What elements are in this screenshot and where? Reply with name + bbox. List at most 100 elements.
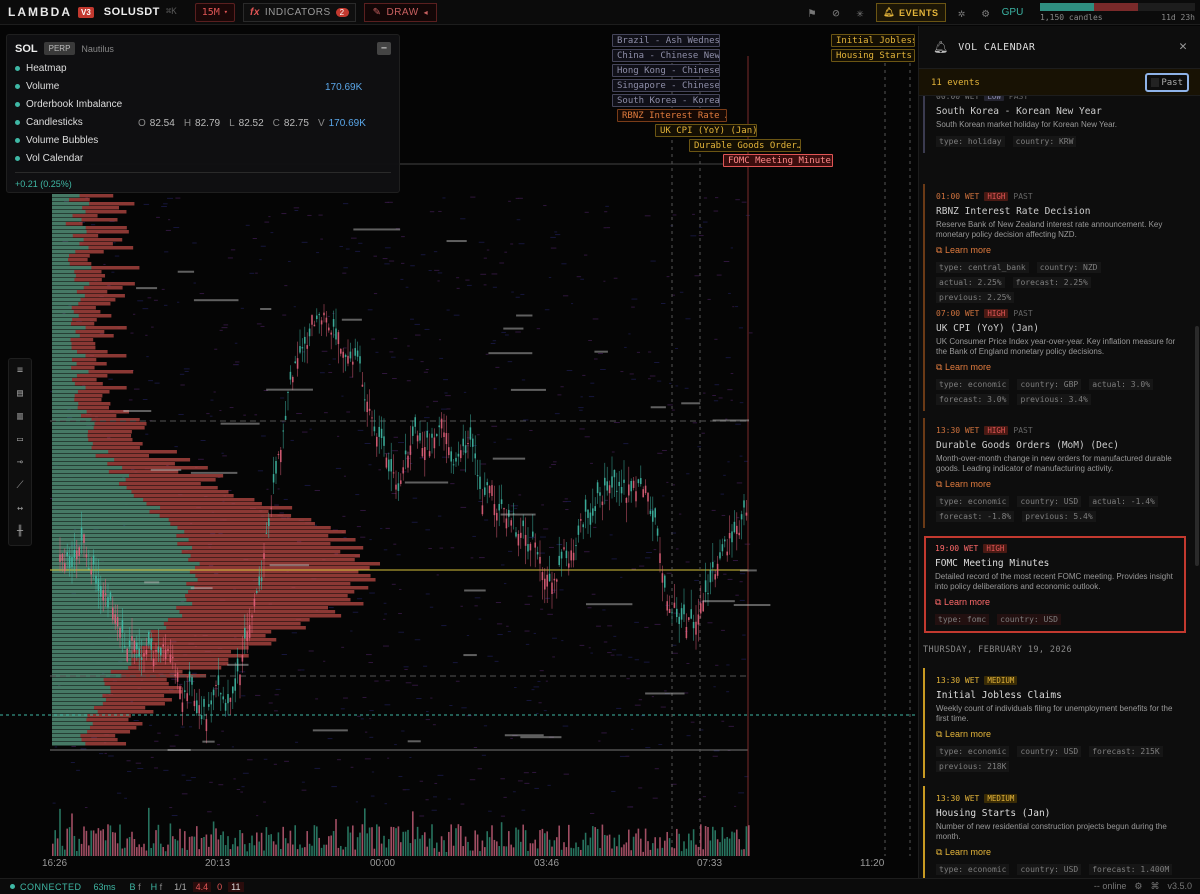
heatmap-cell xyxy=(396,554,401,556)
time-axis-label: 00:00 xyxy=(370,858,396,869)
vline-tool-icon[interactable]: ╫ xyxy=(9,520,31,543)
legend-item-heatmap[interactable]: Heatmap xyxy=(15,63,67,74)
volume-profile-bar xyxy=(52,426,94,430)
event-tag[interactable]: South Korea - Korea… xyxy=(612,94,720,107)
trendline-tool-icon[interactable]: ⟋ xyxy=(9,474,31,497)
candle-body xyxy=(688,617,690,620)
event-tag[interactable]: FOMC Meeting Minutes xyxy=(723,154,833,167)
heatmap-cell xyxy=(401,730,405,732)
event-card[interactable]: 07:00 WET HIGH PAST UK CPI (YoY) (Jan) UK Co… xyxy=(923,301,1185,411)
heatmap-cell xyxy=(98,753,104,755)
event-tag[interactable]: Initial Jobless xyxy=(831,34,915,47)
app-root: LAMBDA V3 SOLUSDT ⌘K 15M ▾ fx INDICATORS… xyxy=(0,0,1200,894)
event-tag[interactable]: Housing Starts ( xyxy=(831,49,915,62)
event-tag[interactable]: China - Chinese New… xyxy=(612,49,720,62)
heatmap-cell xyxy=(264,221,270,223)
candle-body xyxy=(594,506,596,512)
indicators-button[interactable]: fx INDICATORS 2 xyxy=(242,2,356,22)
scrollbar[interactable] xyxy=(1195,326,1199,566)
event-card[interactable]: 19:00 WET HIGH FOMC Meeting Minutes Detaile… xyxy=(924,536,1186,633)
shortcut-icon[interactable]: ⌘ xyxy=(1150,881,1159,892)
close-icon[interactable]: ✕ xyxy=(1179,39,1187,54)
learn-more-link[interactable]: ⧉ Learn more xyxy=(936,362,1177,373)
gpu-bar-fill-alt xyxy=(1094,3,1138,11)
heatmap-cell xyxy=(368,464,372,466)
event-tag[interactable]: Durable Goods Order… xyxy=(689,139,801,152)
volume-bar xyxy=(368,827,371,856)
candle-body xyxy=(138,648,140,657)
eye-off-icon[interactable]: ⊘ xyxy=(824,0,848,25)
event-tag[interactable]: UK CPI (YoY) (Jan) xyxy=(655,124,757,137)
heatmap-cell xyxy=(606,227,611,229)
legend-item-vol-calendar[interactable]: Vol Calendar xyxy=(15,153,83,164)
ray-tool-icon[interactable]: ↔ xyxy=(9,497,31,520)
heatmap-cell xyxy=(233,778,236,780)
settings-icon[interactable]: ⚙ xyxy=(1134,881,1142,892)
candle-body xyxy=(368,408,371,411)
event-card[interactable]: 00:00 WET LOW PAST South Korea - Korean New… xyxy=(923,96,1185,153)
heatmap-cell xyxy=(627,806,634,808)
volume-profile-bar xyxy=(52,286,84,290)
past-toggle[interactable]: Past xyxy=(1145,73,1189,92)
rectangle-tool-icon[interactable]: ▭ xyxy=(9,428,31,451)
learn-more-link[interactable]: ⧉ Learn more xyxy=(936,245,1177,256)
heatmap-cell xyxy=(436,574,439,576)
draw-button[interactable]: ✎ DRAW ◂ xyxy=(363,2,438,22)
heatmap-cell xyxy=(548,546,554,548)
heatmap-cell xyxy=(686,473,690,475)
legend-item-volume-bubbles[interactable]: Volume Bubbles xyxy=(15,135,98,146)
candle-body xyxy=(318,314,320,316)
fib-tool-icon[interactable]: ▤ xyxy=(9,382,31,405)
crosshair-icon[interactable]: ✳ xyxy=(848,0,872,25)
legend-item-candlesticks[interactable]: Candlesticks xyxy=(15,117,83,128)
heatmap-cell xyxy=(547,613,553,615)
event-card[interactable]: 13:30 WET MEDIUM Housing Starts (Jan) Numbe… xyxy=(923,786,1185,878)
learn-more-link[interactable]: ⧉ Learn more xyxy=(936,729,1177,740)
heatmap-cell xyxy=(255,272,258,274)
legend-item-volume[interactable]: Volume xyxy=(15,81,59,92)
heatmap-cell xyxy=(444,392,448,394)
event-tag[interactable]: RBNZ Interest Rate … xyxy=(617,109,727,122)
volume-profile-bar xyxy=(52,630,151,634)
event-tag[interactable]: Hong Kong - Chinese… xyxy=(612,64,720,77)
candle-body xyxy=(457,453,460,457)
symbol-selector[interactable]: SOLUSDT xyxy=(104,6,160,18)
event-tag[interactable]: Brazil - Ash Wednes… xyxy=(612,34,720,47)
event-tag[interactable]: Singapore - Chinese… xyxy=(612,79,720,92)
volume-bar xyxy=(88,845,90,856)
event-description: Detailed record of the most recent FOMC … xyxy=(935,572,1173,591)
candle-body xyxy=(546,574,548,587)
heatmap-cell xyxy=(550,236,556,238)
legend-collapse-button[interactable]: − xyxy=(377,42,391,55)
learn-more-link[interactable]: ⧉ Learn more xyxy=(936,479,1177,490)
heatmap-cell xyxy=(520,293,525,295)
learn-more-link[interactable]: ⧉ Learn more xyxy=(935,597,1176,608)
meta-tag: forecast: -1.8% xyxy=(936,511,1015,522)
event-card[interactable]: 13:30 WET MEDIUM Initial Jobless Claims Wee… xyxy=(923,668,1185,778)
volume-bar xyxy=(426,846,428,856)
timeframe-button[interactable]: 15M ▾ xyxy=(194,2,235,22)
legend-item-orderbook-imbalance[interactable]: Orderbook Imbalance xyxy=(15,99,122,110)
bug-icon[interactable]: ✲ xyxy=(950,0,974,25)
volume-bar xyxy=(736,829,738,856)
flag-icon[interactable]: ⚑ xyxy=(800,0,824,25)
event-description: Weekly count of individuals filing for u… xyxy=(936,704,1173,723)
meta-tag: country: USD xyxy=(1017,864,1082,875)
volume-bar xyxy=(282,826,284,856)
order-mark xyxy=(190,471,238,474)
hline-tool-icon[interactable]: ⊸ xyxy=(9,451,31,474)
events-button[interactable]: 🔔︎ EVENTS xyxy=(876,3,946,22)
event-card[interactable]: 01:00 WET HIGH PAST RBNZ Interest Rate Deci… xyxy=(923,184,1185,309)
levels-tool-icon[interactable]: ▥ xyxy=(9,405,31,428)
lines-tool-icon[interactable]: ≡ xyxy=(9,359,31,382)
candle-body xyxy=(709,569,712,583)
gear-icon[interactable]: ⚙ xyxy=(974,0,998,25)
heatmap-cell xyxy=(548,277,552,279)
learn-more-link[interactable]: ⧉ Learn more xyxy=(936,847,1177,858)
heatmap-cell xyxy=(504,583,507,585)
order-mark xyxy=(193,299,239,302)
volume-profile-bar xyxy=(52,310,74,314)
event-card[interactable]: 13:30 WET HIGH PAST Durable Goods Orders (M… xyxy=(923,418,1185,528)
heatmap-cell xyxy=(316,252,320,254)
candle-body xyxy=(366,401,368,413)
